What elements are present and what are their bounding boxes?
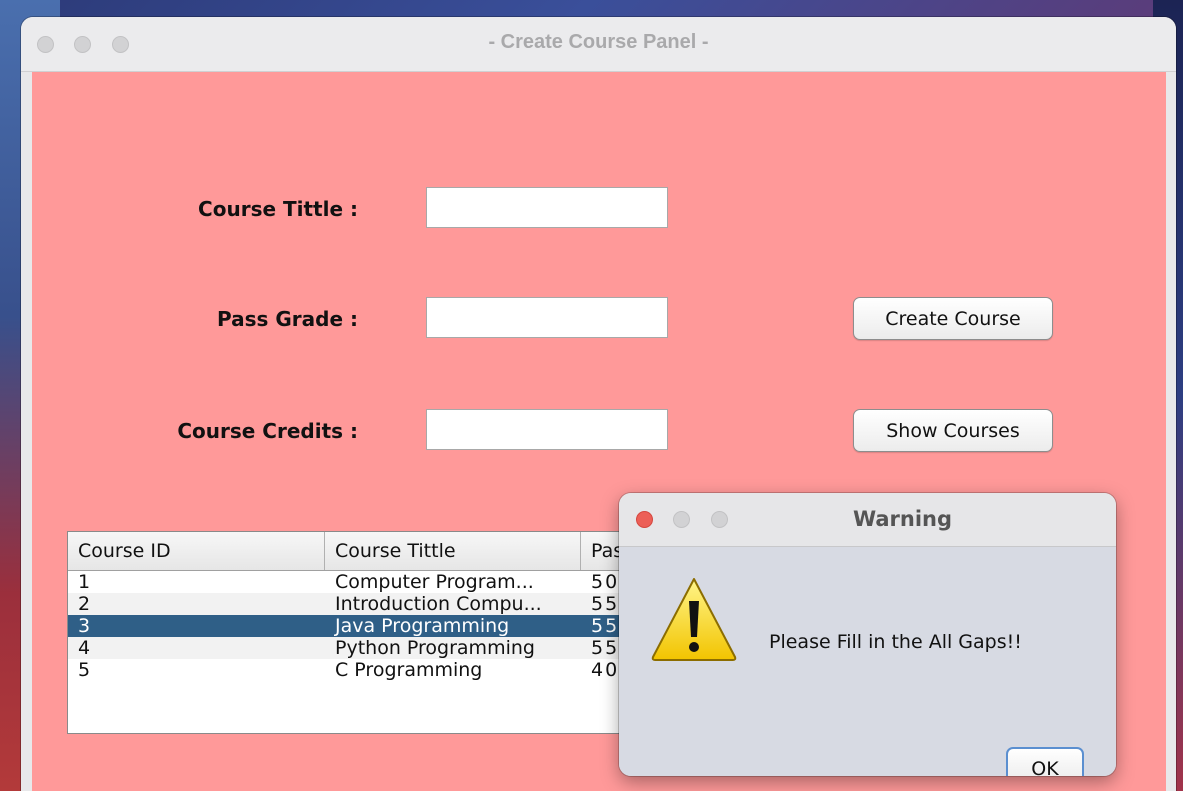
ok-button[interactable]: OK	[1006, 747, 1084, 776]
cell-pass: 40	[591, 659, 620, 681]
dialog-title: Warning	[852, 507, 953, 531]
window-titlebar[interactable]: - Create Course Panel -	[21, 17, 1176, 72]
pass-grade-label: Pass Grade :	[216, 307, 358, 331]
create-course-button[interactable]: Create Course	[853, 297, 1053, 340]
cell-course-id: 4	[78, 637, 91, 659]
warning-dialog: Warning Please Fill in the All Gaps!! OK	[619, 493, 1116, 776]
warning-icon	[651, 578, 737, 661]
cell-course-title: C Programming	[335, 659, 483, 681]
table-header: Course ID Course Tittle Pass	[68, 532, 706, 571]
cell-course-id: 2	[78, 593, 91, 615]
dialog-body: Please Fill in the All Gaps!! OK	[619, 547, 1116, 776]
cell-course-id: 5	[78, 659, 91, 681]
window-title: - Create Course Panel -	[488, 31, 709, 53]
table-row[interactable]: 2 Introduction Compu... 55	[68, 593, 706, 615]
dialog-titlebar[interactable]: Warning	[619, 493, 1116, 547]
cell-course-title: Python Programming	[335, 637, 535, 659]
cell-pass: 55	[591, 637, 620, 659]
cell-course-id: 3	[78, 615, 91, 637]
column-header-course-id[interactable]: Course ID	[68, 532, 325, 570]
table-row[interactable]: 5 C Programming 40	[68, 659, 706, 681]
show-courses-button[interactable]: Show Courses	[853, 409, 1053, 452]
cell-pass: 55	[591, 615, 620, 637]
course-title-field[interactable]	[426, 187, 668, 228]
cell-course-id: 1	[78, 571, 91, 593]
cell-course-title: Java Programming	[335, 615, 510, 637]
table-row[interactable]: 4 Python Programming 55	[68, 637, 706, 659]
courses-table[interactable]: Course ID Course Tittle Pass 1 Computer …	[67, 531, 707, 734]
column-header-course-title[interactable]: Course Tittle	[325, 532, 581, 570]
table-row[interactable]: 1 Computer Program... 50	[68, 571, 706, 593]
cell-course-title: Introduction Compu...	[335, 593, 542, 615]
course-title-label: Course Tittle :	[198, 197, 358, 221]
cell-course-title: Computer Program...	[335, 571, 534, 593]
course-credits-field[interactable]	[426, 409, 668, 450]
course-credits-label: Course Credits :	[177, 419, 358, 443]
pass-grade-field[interactable]	[426, 297, 668, 338]
dialog-message: Please Fill in the All Gaps!!	[769, 631, 1022, 653]
table-row-selected[interactable]: 3 Java Programming 55	[68, 615, 706, 637]
cell-pass: 50	[591, 571, 620, 593]
cell-pass: 55	[591, 593, 620, 615]
